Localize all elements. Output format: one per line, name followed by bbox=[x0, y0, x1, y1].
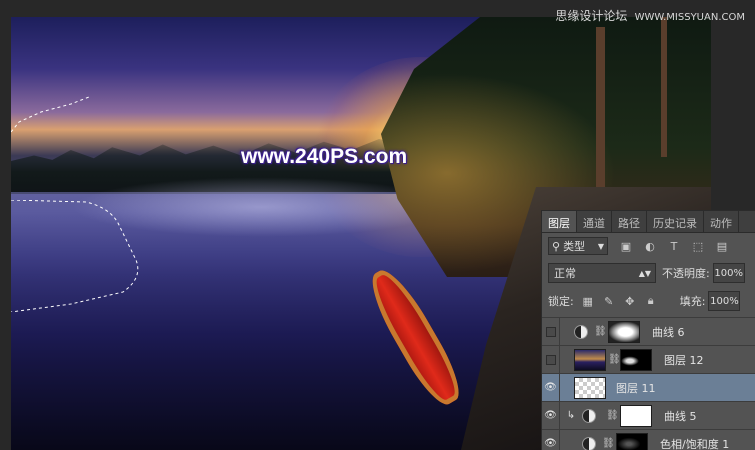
lock-position-icon[interactable]: ✥ bbox=[623, 294, 637, 308]
filter-row: ⚲ 类型 ▼ ▣ ◐ T ⬚ ▤ bbox=[542, 235, 755, 257]
site-stamp-url: WWW.MISSYUAN.COM bbox=[634, 12, 745, 23]
chevron-down-icon: ▲▼ bbox=[638, 268, 651, 278]
opacity-label: 不透明度: bbox=[662, 267, 710, 280]
hue-saturation-adjustment-icon bbox=[582, 436, 596, 450]
layer-mask-thumbnail[interactable] bbox=[608, 320, 640, 343]
tab-actions[interactable]: 动作 bbox=[704, 211, 739, 232]
layer-name: 色相/饱和度 1 bbox=[660, 437, 730, 450]
eye-icon: 👁︎ bbox=[544, 438, 557, 449]
hidden-box-icon bbox=[545, 354, 556, 365]
selection-marquee[interactable] bbox=[11, 200, 139, 312]
chain-link-icon[interactable]: ⛓ bbox=[602, 438, 615, 449]
lock-image-pixels-icon[interactable]: ✎ bbox=[602, 294, 616, 308]
layers-panel: 图层 通道 路径 历史记录 动作 ⚲ 类型 ▼ ▣ ◐ T ⬚ ▤ 正常 ▲▼ … bbox=[541, 210, 755, 450]
smart-object-filter-icon[interactable]: ▤ bbox=[714, 239, 730, 253]
layer-mask-thumbnail[interactable] bbox=[616, 432, 648, 450]
layer-row-layer-11[interactable]: 👁︎ 图层 11 bbox=[542, 373, 755, 402]
layer-mask-thumbnail[interactable] bbox=[620, 348, 652, 371]
blend-row: 正常 ▲▼ 不透明度: 100% bbox=[542, 262, 755, 284]
hidden-box-icon bbox=[545, 326, 556, 337]
lock-row: 锁定: ▦ ✎ ✥ 🔒︎ 填充: 100% bbox=[542, 290, 755, 312]
tab-history[interactable]: 历史记录 bbox=[647, 211, 704, 232]
tab-channels[interactable]: 通道 bbox=[577, 211, 612, 232]
chain-link-icon[interactable]: ⛓ bbox=[608, 354, 621, 365]
layer-thumbnail[interactable] bbox=[574, 348, 606, 371]
curves-adjustment-icon bbox=[582, 408, 596, 423]
panel-tabs: 图层 通道 路径 历史记录 动作 bbox=[542, 211, 755, 233]
layer-row-layer-12[interactable]: ⛓ 图层 12 bbox=[542, 345, 755, 374]
visibility-toggle[interactable] bbox=[542, 345, 560, 374]
chain-link-icon[interactable]: ⛓ bbox=[594, 326, 607, 337]
site-stamp-cn: 思缘设计论坛 bbox=[555, 9, 628, 23]
image-filter-icon[interactable]: ▣ bbox=[618, 239, 634, 253]
layer-name: 曲线 6 bbox=[652, 325, 685, 339]
shape-filter-icon[interactable]: ⬚ bbox=[690, 239, 706, 253]
clipping-arrow-icon: ↳ bbox=[566, 410, 576, 421]
layer-name: 图层 11 bbox=[616, 381, 656, 395]
tab-layers[interactable]: 图层 bbox=[542, 211, 577, 232]
visibility-toggle[interactable]: 👁︎ bbox=[542, 373, 560, 402]
layer-thumbnail[interactable] bbox=[574, 376, 606, 399]
layer-row-hue-saturation-1[interactable]: 👁︎ ⛓ 色相/饱和度 1 bbox=[542, 429, 755, 450]
lock-all-icon[interactable]: 🔒︎ bbox=[644, 294, 658, 308]
kind-filter-label: 类型 bbox=[563, 240, 586, 253]
site-stamp: 思缘设计论坛 WWW.MISSYUAN.COM bbox=[555, 7, 745, 24]
layer-list: ⛓ 曲线 6 ⛓ 图层 12 👁︎ 图层 11 👁︎ ↳ ⛓ 曲线 5 👁︎ ⛓… bbox=[542, 317, 755, 450]
fill-field[interactable]: 100% bbox=[708, 291, 741, 311]
eye-icon: 👁︎ bbox=[544, 410, 557, 421]
type-filter-icon[interactable]: T bbox=[666, 239, 682, 253]
layer-mask-thumbnail[interactable] bbox=[620, 404, 652, 427]
layer-row-curves-6[interactable]: ⛓ 曲线 6 bbox=[542, 317, 755, 346]
blend-mode-select[interactable]: 正常 ▲▼ bbox=[548, 263, 656, 283]
kind-filter-select[interactable]: ⚲ 类型 ▼ bbox=[548, 237, 608, 255]
layer-row-curves-5[interactable]: 👁︎ ↳ ⛓ 曲线 5 bbox=[542, 401, 755, 430]
tab-paths[interactable]: 路径 bbox=[612, 211, 647, 232]
chevron-down-icon: ▼ bbox=[597, 241, 604, 251]
visibility-toggle[interactable]: 👁︎ bbox=[542, 401, 560, 430]
tree-trunk bbox=[661, 17, 667, 157]
visibility-toggle[interactable]: 👁︎ bbox=[542, 429, 560, 450]
selection-marquee-edge bbox=[11, 96, 90, 133]
opacity-field[interactable]: 100% bbox=[712, 263, 745, 283]
search-icon: ⚲ bbox=[552, 239, 561, 253]
watermark-text: www.240PS.com bbox=[241, 145, 408, 168]
eye-icon: 👁︎ bbox=[544, 382, 557, 393]
chain-link-icon[interactable]: ⛓ bbox=[606, 410, 619, 421]
layer-name: 曲线 5 bbox=[664, 409, 697, 423]
lock-label: 锁定: bbox=[548, 295, 574, 308]
fill-label: 填充: bbox=[679, 295, 706, 308]
layer-name: 图层 12 bbox=[664, 353, 704, 367]
lock-transparent-pixels-icon[interactable]: ▦ bbox=[581, 294, 595, 308]
adjustment-filter-icon[interactable]: ◐ bbox=[642, 239, 658, 253]
curves-adjustment-icon bbox=[574, 324, 588, 339]
blend-mode-value: 正常 bbox=[554, 267, 576, 280]
visibility-toggle[interactable] bbox=[542, 317, 560, 346]
